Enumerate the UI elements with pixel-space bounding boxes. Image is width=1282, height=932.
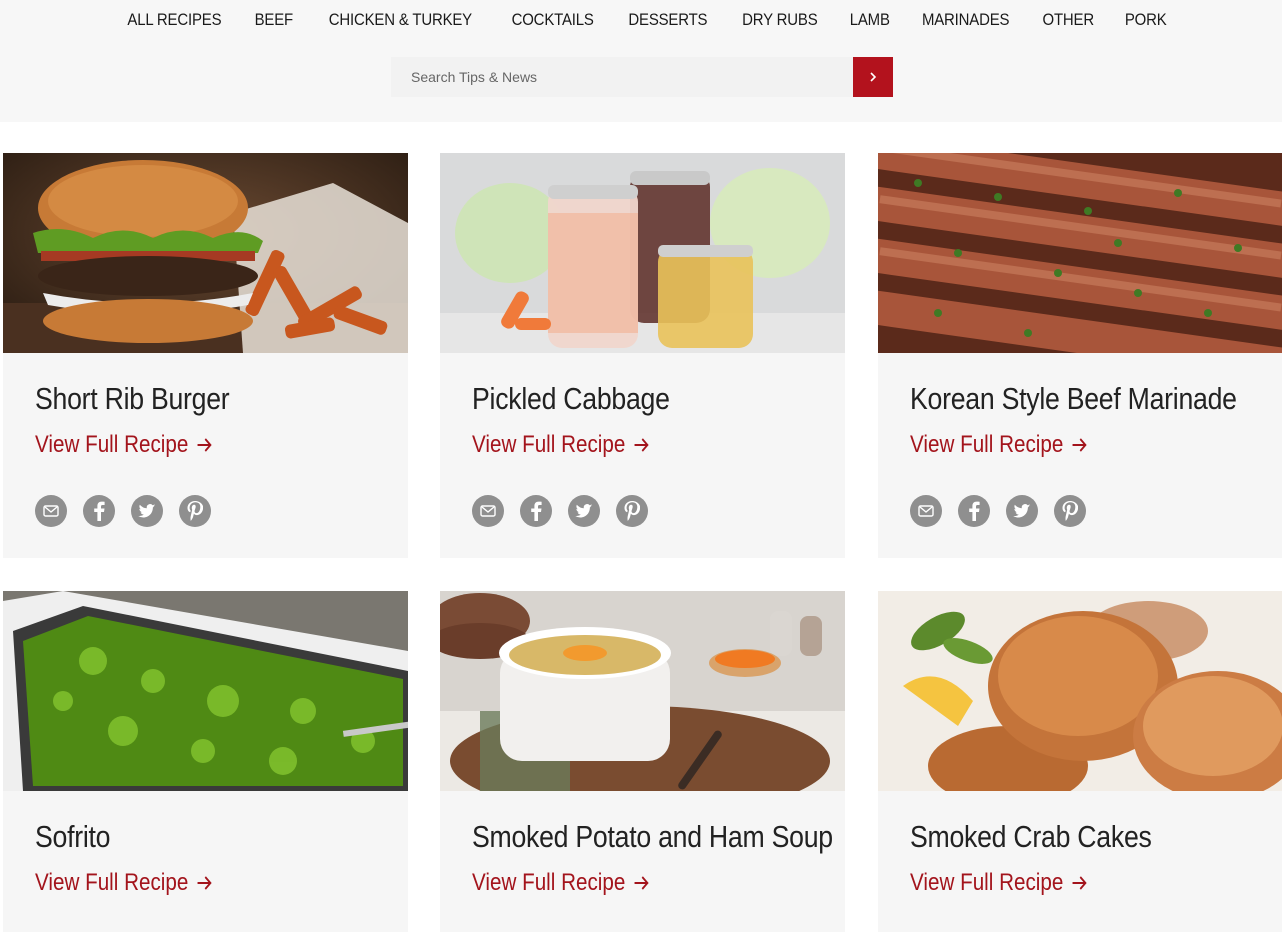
category-nav: ALL RECIPES BEEF CHICKEN & TURKEY COCKTA… bbox=[0, 0, 1282, 40]
search-submit-button[interactable] bbox=[853, 57, 893, 97]
recipe-card: Smoked Crab Cakes View Full Recipe bbox=[878, 591, 1282, 932]
card-title[interactable]: Korean Style Beef Marinade bbox=[910, 381, 1237, 417]
arrow-right-icon bbox=[1072, 438, 1087, 452]
link-label: View Full Recipe bbox=[35, 431, 189, 458]
burger-with-fries-photo[interactable] bbox=[3, 153, 408, 353]
recipe-card: Sofrito View Full Recipe bbox=[3, 591, 408, 932]
share-buttons bbox=[35, 495, 211, 527]
twitter-icon[interactable] bbox=[131, 495, 163, 527]
link-label: View Full Recipe bbox=[472, 869, 626, 896]
recipe-card: Pickled Cabbage View Full Recipe bbox=[440, 153, 845, 558]
card-title[interactable]: Smoked Crab Cakes bbox=[910, 819, 1152, 855]
header-band: ALL RECIPES BEEF CHICKEN & TURKEY COCKTA… bbox=[0, 0, 1282, 122]
nav-item-marinades[interactable]: MARINADES bbox=[922, 10, 1010, 30]
arrow-right-icon bbox=[197, 876, 212, 890]
email-icon[interactable] bbox=[472, 495, 504, 527]
nav-item-lamb[interactable]: LAMB bbox=[849, 10, 889, 30]
view-full-recipe-link[interactable]: View Full Recipe bbox=[472, 431, 649, 459]
view-full-recipe-link[interactable]: View Full Recipe bbox=[472, 869, 649, 897]
card-title[interactable]: Smoked Potato and Ham Soup bbox=[472, 819, 833, 855]
twitter-icon[interactable] bbox=[1006, 495, 1038, 527]
nav-item-dry-rubs[interactable]: DRY RUBS bbox=[742, 10, 818, 30]
share-buttons bbox=[472, 495, 648, 527]
nav-item-pork[interactable]: PORK bbox=[1125, 10, 1167, 30]
nav-item-other[interactable]: OTHER bbox=[1043, 10, 1095, 30]
crab-cakes-photo[interactable] bbox=[878, 591, 1282, 791]
recipe-card: Short Rib Burger View Full Recipe bbox=[3, 153, 408, 558]
facebook-icon[interactable] bbox=[83, 495, 115, 527]
facebook-icon[interactable] bbox=[520, 495, 552, 527]
pickle-jars-photo[interactable] bbox=[440, 153, 845, 353]
share-buttons bbox=[910, 495, 1086, 527]
arrow-right-icon bbox=[634, 438, 649, 452]
email-icon[interactable] bbox=[35, 495, 67, 527]
arrow-right-icon bbox=[197, 438, 212, 452]
search-input[interactable] bbox=[391, 57, 853, 97]
pinterest-icon[interactable] bbox=[616, 495, 648, 527]
facebook-icon[interactable] bbox=[958, 495, 990, 527]
twitter-icon[interactable] bbox=[568, 495, 600, 527]
pinterest-icon[interactable] bbox=[1054, 495, 1086, 527]
soup-pot-photo[interactable] bbox=[440, 591, 845, 791]
chevron-right-icon bbox=[870, 72, 877, 82]
search-bar bbox=[391, 57, 893, 97]
nav-item-beef[interactable]: BEEF bbox=[254, 10, 293, 30]
nav-item-cocktails[interactable]: COCKTAILS bbox=[511, 10, 593, 30]
link-label: View Full Recipe bbox=[35, 869, 189, 896]
card-title[interactable]: Short Rib Burger bbox=[35, 381, 230, 417]
card-title[interactable]: Pickled Cabbage bbox=[472, 381, 670, 417]
recipe-card: Korean Style Beef Marinade View Full Rec… bbox=[878, 153, 1282, 558]
card-title[interactable]: Sofrito bbox=[35, 819, 111, 855]
view-full-recipe-link[interactable]: View Full Recipe bbox=[35, 431, 212, 459]
arrow-right-icon bbox=[634, 876, 649, 890]
link-label: View Full Recipe bbox=[472, 431, 626, 458]
view-full-recipe-link[interactable]: View Full Recipe bbox=[910, 431, 1087, 459]
nav-item-desserts[interactable]: DESSERTS bbox=[629, 10, 708, 30]
green-sofrito-tray-photo[interactable] bbox=[3, 591, 408, 791]
view-full-recipe-link[interactable]: View Full Recipe bbox=[35, 869, 212, 897]
pinterest-icon[interactable] bbox=[179, 495, 211, 527]
arrow-right-icon bbox=[1072, 876, 1087, 890]
recipe-card: Smoked Potato and Ham Soup View Full Rec… bbox=[440, 591, 845, 932]
marinated-short-ribs-photo[interactable] bbox=[878, 153, 1282, 353]
nav-item-chicken-turkey[interactable]: CHICKEN & TURKEY bbox=[329, 10, 472, 30]
link-label: View Full Recipe bbox=[910, 869, 1064, 896]
link-label: View Full Recipe bbox=[910, 431, 1064, 458]
nav-item-all-recipes[interactable]: ALL RECIPES bbox=[127, 10, 221, 30]
email-icon[interactable] bbox=[910, 495, 942, 527]
view-full-recipe-link[interactable]: View Full Recipe bbox=[910, 869, 1087, 897]
